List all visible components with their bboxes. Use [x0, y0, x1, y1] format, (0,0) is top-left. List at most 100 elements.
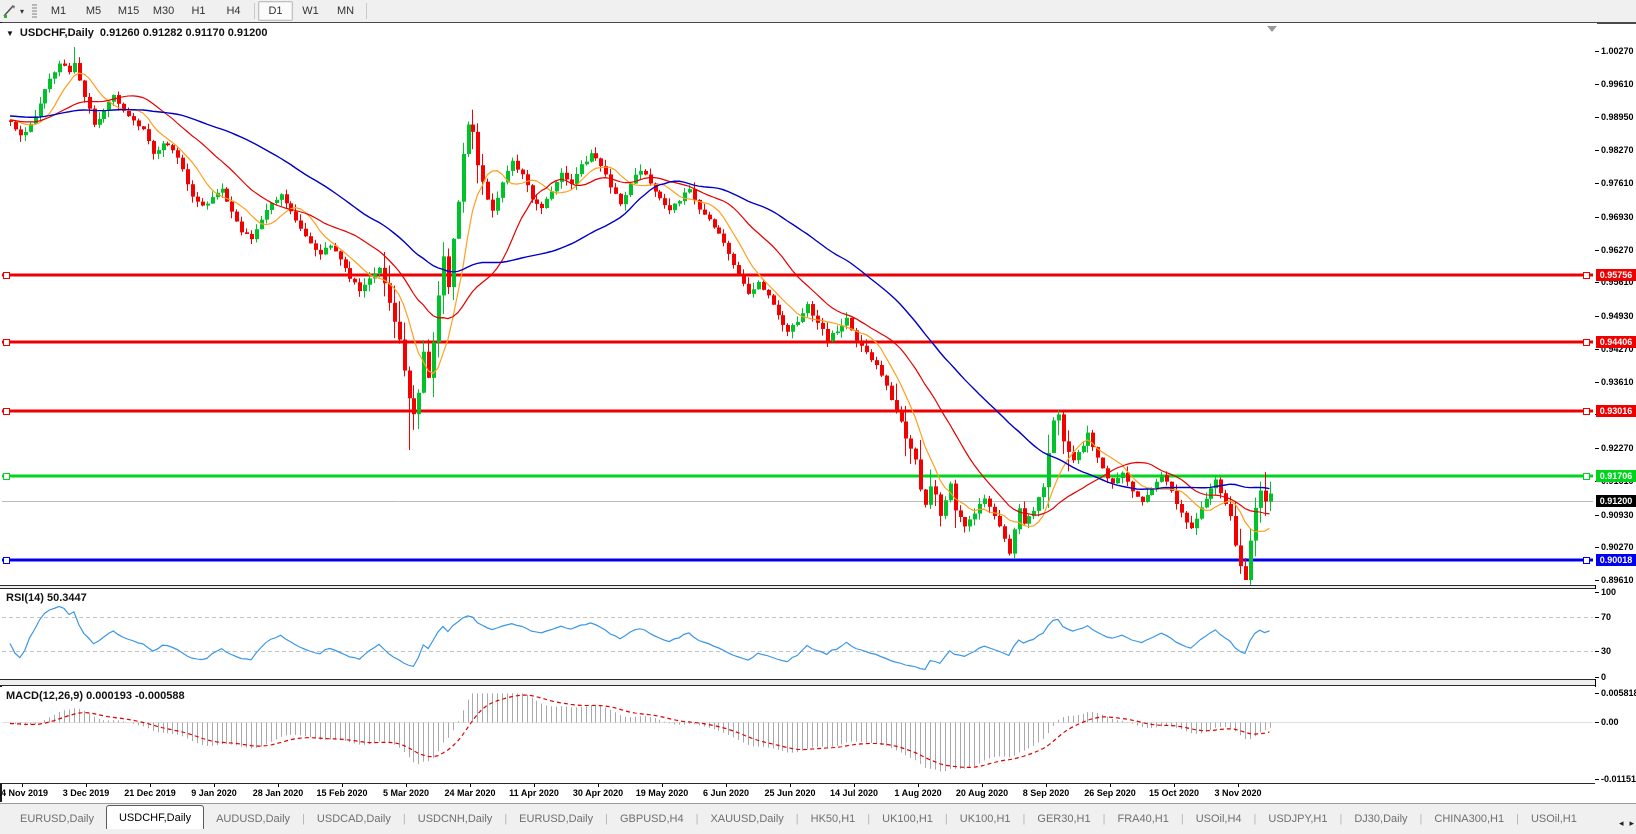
price-axis-tick: 0.94930	[1601, 311, 1634, 322]
date-axis-label: 11 Apr 2020	[509, 788, 559, 798]
tf-button-h4[interactable]: H4	[216, 1, 251, 21]
tab-eurusd-daily[interactable]: EURUSD,Daily	[8, 809, 106, 830]
hline-price-label: 0.94406	[1596, 336, 1636, 349]
collapse-ohlc-icon[interactable]: ▼	[6, 29, 14, 38]
tf-button-mn[interactable]: MN	[328, 1, 363, 21]
date-tick-mark	[1110, 784, 1111, 787]
hline-price-label: 0.91706	[1596, 470, 1636, 483]
tab-usdchf-daily[interactable]: USDCHF,Daily	[105, 805, 205, 830]
tf-button-m1[interactable]: M1	[41, 1, 76, 21]
price-tick-mark	[1595, 448, 1599, 449]
date-tick-mark	[406, 784, 407, 787]
date-axis-label: 5 Mar 2020	[382, 788, 430, 798]
rsi-macd-splitter[interactable]	[0, 679, 1595, 686]
macd-axis-tick: 0.00	[1601, 717, 1619, 727]
date-axis-label: 30 Apr 2020	[572, 788, 624, 798]
rsi-axis-tick: 70	[1601, 612, 1612, 622]
rsi-tick-mark	[1595, 651, 1599, 652]
tab-usdcnh-daily[interactable]: USDCNH,Daily	[406, 809, 505, 830]
timeframe-buttons: M1 M5 M15 M30 H1 H4 D1 W1 MN	[41, 1, 370, 21]
macd-tick-mark	[1595, 779, 1599, 780]
tab-china300-h1[interactable]: CHINA300,H1	[1422, 809, 1516, 830]
tf-button-m30[interactable]: M30	[146, 1, 181, 21]
bid-price-label: 0.91200	[1596, 495, 1636, 508]
macd-tick-mark	[1595, 693, 1599, 694]
hline-price-label: 0.93016	[1596, 405, 1636, 418]
price-tick-mark	[1595, 217, 1599, 218]
date-axis-label: 15 Feb 2020	[316, 788, 368, 798]
date-axis-label: 14 Jul 2020	[829, 788, 879, 798]
tab-gbpusd-h4[interactable]: GBPUSD,H4	[608, 809, 696, 830]
tab-usoil-h4[interactable]: USOil,H4	[1184, 809, 1254, 830]
tab-scroll-right-icon[interactable]: ▸	[1629, 818, 1634, 829]
tool-dropdown-caret-icon[interactable]: ▾	[20, 7, 24, 16]
price-axis-tick: 0.93610	[1601, 376, 1634, 387]
tab-dj30-daily[interactable]: DJ30,Daily	[1342, 809, 1419, 830]
tab-audusd-daily[interactable]: AUDUSD,Daily	[204, 809, 302, 830]
date-tick-mark	[854, 784, 855, 787]
price-axis-tick: 0.90930	[1601, 509, 1634, 520]
date-tick-mark	[86, 784, 87, 787]
tf-button-m5[interactable]: M5	[76, 1, 111, 21]
main-chart-canvas[interactable]	[0, 23, 1597, 585]
toolbar-grip[interactable]	[32, 3, 38, 19]
price-tick-mark	[1595, 282, 1599, 283]
rsi-canvas[interactable]	[0, 589, 1597, 679]
tab-scroll-left-icon[interactable]: ◂	[1619, 818, 1624, 829]
price-tick-mark	[1595, 382, 1599, 383]
price-tick-mark	[1595, 580, 1599, 581]
date-tick-mark	[1174, 784, 1175, 787]
price-tick-mark	[1595, 84, 1599, 85]
date-tick-mark	[342, 784, 343, 787]
price-tick-mark	[1595, 349, 1599, 350]
price-axis-tick: 0.97610	[1601, 178, 1634, 189]
date-axis-label: 25 Jun 2020	[764, 788, 816, 798]
date-axis-label: 20 Aug 2020	[955, 788, 1009, 798]
rsi-tick-mark	[1595, 592, 1599, 593]
macd-canvas[interactable]	[0, 687, 1597, 783]
price-tick-mark	[1595, 547, 1599, 548]
tf-button-d1[interactable]: D1	[258, 1, 294, 21]
date-axis-label: 6 Jun 2020	[702, 788, 750, 798]
hline-price-label: 0.90018	[1596, 553, 1636, 566]
price-tick-mark	[1595, 515, 1599, 516]
price-axis-tick: 1.00270	[1601, 46, 1634, 56]
date-tick-mark	[534, 784, 535, 787]
date-tick-mark	[726, 784, 727, 787]
date-tick-mark	[918, 784, 919, 787]
rsi-tick-mark	[1595, 677, 1599, 678]
date-tick-mark	[22, 784, 23, 787]
date-axis-label: 24 Mar 2020	[444, 788, 496, 798]
date-axis-label: 9 Jan 2020	[191, 788, 237, 798]
tab-uk100-h1[interactable]: UK100,H1	[870, 809, 945, 830]
price-axis-tick: 0.92270	[1601, 443, 1634, 454]
pointer-tool-icon[interactable]	[2, 3, 18, 19]
price-axis-tick: 0.89610	[1601, 575, 1634, 586]
tab-ger30-h1[interactable]: GER30,H1	[1025, 809, 1102, 830]
date-tick-mark	[598, 784, 599, 787]
tf-button-m15[interactable]: M15	[111, 1, 146, 21]
price-tick-mark	[1595, 183, 1599, 184]
date-tick-mark	[214, 784, 215, 787]
price-tick-mark	[1595, 117, 1599, 118]
price-tick-mark	[1595, 250, 1599, 251]
tab-fra40-h1[interactable]: FRA40,H1	[1105, 809, 1180, 830]
tab-usdcad-daily[interactable]: USDCAD,Daily	[305, 809, 403, 830]
date-tick-mark	[470, 784, 471, 787]
tf-button-h1[interactable]: H1	[181, 1, 216, 21]
tab-uk100-h1[interactable]: UK100,H1	[948, 809, 1023, 830]
date-axis-label: 1 Aug 2020	[894, 788, 942, 798]
date-tick-mark	[1046, 784, 1047, 787]
tf-button-w1[interactable]: W1	[293, 1, 328, 21]
rsi-axis-tick: 30	[1601, 646, 1612, 656]
tab-eurusd-daily[interactable]: EURUSD,Daily	[507, 809, 605, 830]
tab-usoil-h1[interactable]: USOil,H1	[1519, 809, 1589, 830]
tab-hk50-h1[interactable]: HK50,H1	[799, 809, 868, 830]
macd-bottom-border	[0, 783, 1595, 784]
price-axis-tick: 0.98270	[1601, 145, 1634, 156]
tab-usdjpy-h1[interactable]: USDJPY,H1	[1256, 809, 1339, 830]
date-axis-label: 19 May 2020	[635, 788, 689, 798]
date-axis-label: 3 Dec 2019	[62, 788, 110, 798]
tab-xauusd-daily[interactable]: XAUUSD,Daily	[698, 809, 795, 830]
chart-title: ▼ USDCHF,Daily 0.91260 0.91282 0.91170 0…	[6, 27, 268, 39]
